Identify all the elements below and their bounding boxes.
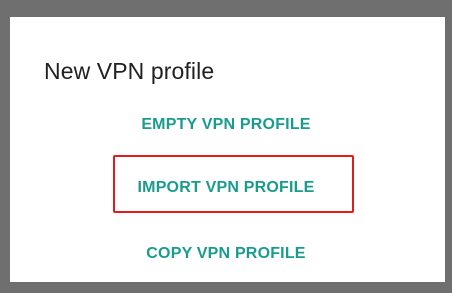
dialog-title: New VPN profile bbox=[44, 58, 215, 84]
import-vpn-profile-button[interactable]: IMPORT VPN PROFILE bbox=[0, 179, 452, 197]
copy-vpn-profile-button[interactable]: COPY VPN PROFILE bbox=[0, 245, 452, 263]
new-vpn-profile-dialog bbox=[10, 17, 445, 282]
empty-vpn-profile-button[interactable]: EMPTY VPN PROFILE bbox=[0, 116, 452, 134]
